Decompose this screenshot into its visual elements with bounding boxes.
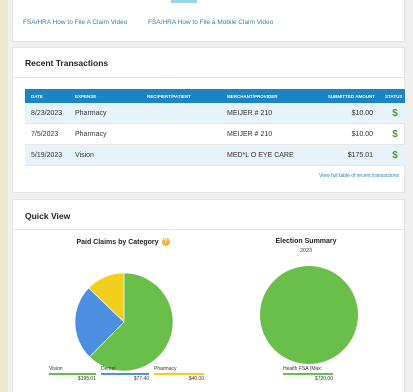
election-summary-year: 2023 [299,248,313,254]
election-summary-pie-chart [260,266,358,364]
legend-value: $195.01 [77,375,96,382]
paid-claims-pie-chart [74,272,174,372]
cell-recipient [141,103,221,124]
legend-value: $40.00 [188,375,204,382]
table-row[interactable]: 8/23/2023 Pharmacy MEIJER # 210 $10.00 $ [25,103,405,124]
quick-view-title: Quick View [25,211,71,221]
cell-expense: Pharmacy [69,103,141,124]
table-header-row: DATE EXPENSE RECIPIENT/PATIENT MERCHANT/… [25,89,405,103]
legend-value: $720.00 [314,375,333,382]
table-row[interactable]: 5/19/2023 Vision MED*L O EYE CARE $175.0… [25,144,405,166]
status-paid-icon[interactable]: $ [379,144,405,166]
cell-merchant: MED*L O EYE CARE [221,144,317,166]
paid-claims-chart-title: Paid Claims by Category? [53,238,193,246]
paid-claims-title-text: Paid Claims by Category [76,239,159,246]
title-divider [13,77,404,78]
legend-label: Pharmacy [154,366,177,372]
column-header-date[interactable]: DATE [25,89,69,103]
cell-date: 7/5/2023 [25,123,69,145]
status-paid-icon[interactable]: $ [379,103,405,124]
cell-amount: $175.01 [317,144,379,166]
cell-date: 8/23/2023 [25,103,69,124]
question-icon[interactable]: ? [161,238,170,246]
legend-item-health-fsa: Health FSA (Max: $720.00 [283,366,333,382]
recent-transactions-title: Recent Transactions [25,58,109,68]
recent-transactions-panel: Recent Transactions DATE EXPENSE RECIPIE… [12,47,405,193]
cell-date: 5/19/2023 [25,144,69,166]
column-header-status[interactable]: STATUS [379,89,405,103]
cell-amount: $10.00 [317,123,379,145]
title-divider [13,229,404,230]
status-paid-icon[interactable]: $ [379,123,405,145]
active-tab-indicator [171,0,197,3]
election-slice-0[interactable] [260,266,358,364]
cell-expense: Vision [69,144,141,166]
cell-merchant: MEIJER # 210 [221,123,317,145]
legend-label: Dental [101,366,116,372]
legend-item-vision: Vision $195.01 [49,366,96,382]
cell-recipient [141,123,221,145]
cell-recipient [141,144,221,166]
legend-swatch [154,373,204,375]
column-header-merchant[interactable]: MERCHANT/PROVIDER [221,89,317,103]
table-row[interactable]: 7/5/2023 Pharmacy MEIJER # 210 $10.00 $ [25,123,405,145]
legend-label: Health FSA (Max: [283,366,323,372]
legend-swatch [101,373,149,375]
cell-amount: $10.00 [317,103,379,124]
legend-swatch [49,373,96,375]
legend-label: Vision [49,366,63,372]
legend-item-dental: Dental $77.40 [101,366,149,382]
election-summary-title: Election Summary [275,238,337,245]
view-full-transactions-link[interactable]: View full table of recent transactions [319,173,399,179]
mobile-claim-video-link[interactable]: FSA/HRA How to File a Mobile Claim Video [148,19,273,26]
legend-value: $77.40 [133,375,149,382]
file-claim-video-link[interactable]: FSA/HRA How to File A Claim Video [23,19,127,26]
legend-item-pharmacy: Pharmacy $40.00 [154,366,204,382]
video-links-panel: FSA/HRA How to File A Claim Video FSA/HR… [12,0,405,42]
cell-merchant: MEIJER # 210 [221,103,317,124]
column-header-amount[interactable]: SUBMITTED AMOUNT [317,89,379,103]
transactions-table: DATE EXPENSE RECIPIENT/PATIENT MERCHANT/… [25,89,405,166]
cell-expense: Pharmacy [69,123,141,145]
quick-view-panel: Quick View Paid Claims by Category? Elec… [12,199,405,392]
column-header-recipient[interactable]: RECIPIENT/PATIENT [141,89,221,103]
column-header-expense[interactable]: EXPENSE [69,89,141,103]
legend-swatch [283,373,333,375]
